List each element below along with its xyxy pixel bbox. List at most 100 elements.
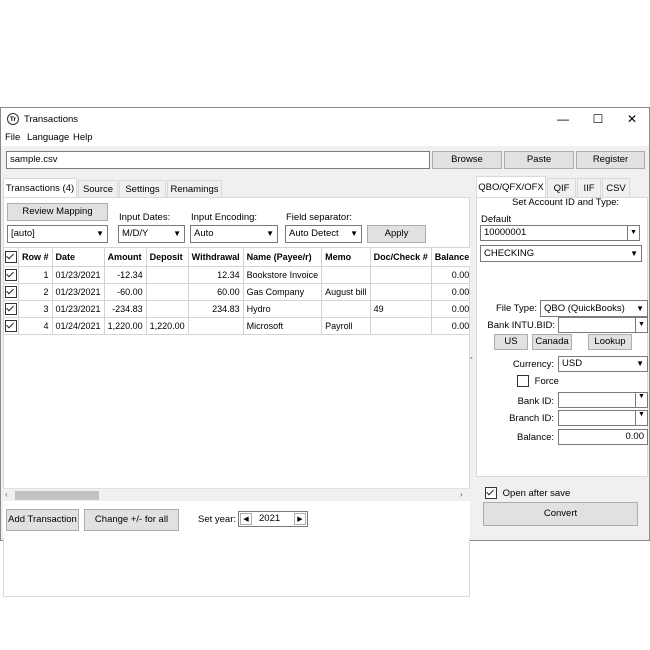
- tab-csv[interactable]: CSV: [602, 178, 630, 198]
- balance-input[interactable]: 0.00: [558, 429, 648, 445]
- cell-row[interactable]: 3: [18, 300, 53, 318]
- menu-help[interactable]: Help: [73, 132, 93, 143]
- row-checkbox[interactable]: [3, 283, 19, 301]
- tab-source[interactable]: Source: [78, 180, 118, 198]
- dropdown-arrow-icon[interactable]: ▼: [627, 226, 639, 240]
- scrollbar-thumb[interactable]: [15, 491, 99, 500]
- currency-select[interactable]: USD ▼: [558, 356, 648, 372]
- maximize-button[interactable]: ☐: [581, 108, 615, 130]
- input-dates-select[interactable]: M/D/Y ▼: [118, 225, 185, 243]
- row-checkbox[interactable]: [3, 317, 19, 335]
- table-row[interactable]: 3 01/23/2021 -234.83 234.83 Hydro 49 0.0…: [3, 300, 470, 318]
- splitter-handle-icon[interactable]: ◦: [470, 355, 472, 362]
- cell-doc[interactable]: [369, 283, 432, 301]
- account-type-select[interactable]: CHECKING ▼: [480, 245, 642, 262]
- table-row[interactable]: 1 01/23/2021 -12.34 12.34 Bookstore Invo…: [3, 266, 470, 284]
- apply-button[interactable]: Apply: [367, 225, 426, 243]
- cell-balance[interactable]: 0.00: [430, 317, 470, 335]
- tab-renamings[interactable]: Renamings: [167, 180, 222, 198]
- minimize-button[interactable]: —: [546, 108, 580, 130]
- col-amount[interactable]: Amount: [103, 247, 147, 267]
- row-checkbox[interactable]: [3, 300, 19, 318]
- col-date[interactable]: Date: [51, 247, 105, 267]
- cell-memo[interactable]: [321, 266, 371, 284]
- browse-button[interactable]: Browse: [432, 151, 502, 169]
- year-value[interactable]: 2021: [259, 513, 280, 524]
- cell-date[interactable]: 01/23/2021: [51, 266, 105, 284]
- cell-row[interactable]: 2: [18, 283, 53, 301]
- table-row[interactable]: 4 01/24/2021 1,220.00 1,220.00 Microsoft…: [3, 317, 470, 335]
- file-type-select[interactable]: QBO (QuickBooks) ▼: [540, 300, 648, 317]
- bank-intu-input[interactable]: ▼: [558, 317, 648, 333]
- cell-withdrawal[interactable]: [187, 317, 244, 335]
- cell-date[interactable]: 01/24/2021: [51, 317, 105, 335]
- cell-date[interactable]: 01/23/2021: [51, 300, 105, 318]
- cell-doc[interactable]: [369, 317, 432, 335]
- cell-amount[interactable]: -12.34: [103, 266, 147, 284]
- bank-id-input[interactable]: ▼: [558, 392, 648, 408]
- cell-name[interactable]: Microsoft: [242, 317, 323, 335]
- review-mapping-button[interactable]: Review Mapping: [7, 203, 108, 221]
- row-checkbox[interactable]: [3, 266, 19, 284]
- cell-deposit[interactable]: 1,220.00: [145, 317, 189, 335]
- dropdown-arrow-icon[interactable]: ▼: [635, 393, 647, 407]
- input-encoding-select[interactable]: Auto ▼: [190, 225, 278, 243]
- change-sign-button[interactable]: Change +/- for all: [84, 509, 179, 531]
- cell-withdrawal[interactable]: 234.83: [187, 300, 244, 318]
- open-after-save-checkbox[interactable]: Open after save: [485, 487, 570, 499]
- cell-name[interactable]: Hydro: [242, 300, 323, 318]
- cell-memo[interactable]: [321, 300, 371, 318]
- col-deposit[interactable]: Deposit: [145, 247, 189, 267]
- horizontal-scrollbar[interactable]: ‹ ›: [3, 488, 470, 501]
- canada-button[interactable]: Canada: [532, 334, 572, 350]
- file-path-input[interactable]: sample.csv: [6, 151, 430, 169]
- cell-name[interactable]: Gas Company: [242, 283, 323, 301]
- col-withdrawal[interactable]: Withdrawal: [187, 247, 244, 267]
- cell-withdrawal[interactable]: 12.34: [187, 266, 244, 284]
- right-arrow-icon[interactable]: ›: [460, 490, 463, 499]
- cell-balance[interactable]: 0.00: [430, 266, 470, 284]
- cell-deposit[interactable]: [145, 266, 189, 284]
- force-checkbox[interactable]: Force: [517, 375, 559, 387]
- tab-qif[interactable]: QIF: [547, 178, 576, 198]
- branch-id-input[interactable]: ▼: [558, 410, 648, 426]
- cell-doc[interactable]: [369, 266, 432, 284]
- cell-amount[interactable]: 1,220.00: [103, 317, 147, 335]
- cell-date[interactable]: 01/23/2021: [51, 283, 105, 301]
- register-button[interactable]: Register: [576, 151, 645, 169]
- cell-deposit[interactable]: [145, 300, 189, 318]
- cell-row[interactable]: 4: [18, 317, 53, 335]
- field-separator-select[interactable]: Auto Detect ▼: [285, 225, 362, 243]
- cell-amount[interactable]: -234.83: [103, 300, 147, 318]
- select-all-checkbox[interactable]: [3, 247, 19, 267]
- tab-qbo[interactable]: QBO/QFX/OFX: [476, 176, 546, 198]
- year-stepper[interactable]: ◀ 2021 ▶: [238, 511, 308, 527]
- add-transaction-button[interactable]: Add Transaction: [6, 509, 79, 531]
- menu-file[interactable]: File: [5, 132, 20, 143]
- cell-doc[interactable]: 49: [369, 300, 432, 318]
- cell-balance[interactable]: 0.00: [430, 300, 470, 318]
- dropdown-arrow-icon[interactable]: ▼: [635, 411, 647, 425]
- cell-row[interactable]: 1: [18, 266, 53, 284]
- close-button[interactable]: ✕: [615, 108, 649, 130]
- cell-memo[interactable]: August bill: [321, 283, 371, 301]
- cell-balance[interactable]: 0.00: [430, 283, 470, 301]
- col-doc[interactable]: Doc/Check #: [369, 247, 432, 267]
- cell-memo[interactable]: Payroll: [321, 317, 371, 335]
- cell-deposit[interactable]: [145, 283, 189, 301]
- left-arrow-icon[interactable]: ◀: [240, 513, 252, 525]
- us-button[interactable]: US: [494, 334, 528, 350]
- menu-language[interactable]: Language: [27, 132, 69, 143]
- account-id-input[interactable]: 10000001 ▼: [480, 225, 640, 241]
- tab-iif[interactable]: IIF: [577, 178, 601, 198]
- col-row[interactable]: Row #: [18, 247, 53, 267]
- cell-withdrawal[interactable]: 60.00: [187, 283, 244, 301]
- right-arrow-icon[interactable]: ▶: [294, 513, 306, 525]
- col-balance[interactable]: Balance: [430, 247, 470, 267]
- table-row[interactable]: 2 01/23/2021 -60.00 60.00 Gas Company Au…: [3, 283, 470, 301]
- cell-name[interactable]: Bookstore Invoice: [242, 266, 323, 284]
- col-name[interactable]: Name (Payee/r): [242, 247, 323, 267]
- tab-transactions[interactable]: Transactions (4): [3, 178, 77, 198]
- tab-settings[interactable]: Settings: [119, 180, 166, 198]
- convert-button[interactable]: Convert: [483, 502, 638, 526]
